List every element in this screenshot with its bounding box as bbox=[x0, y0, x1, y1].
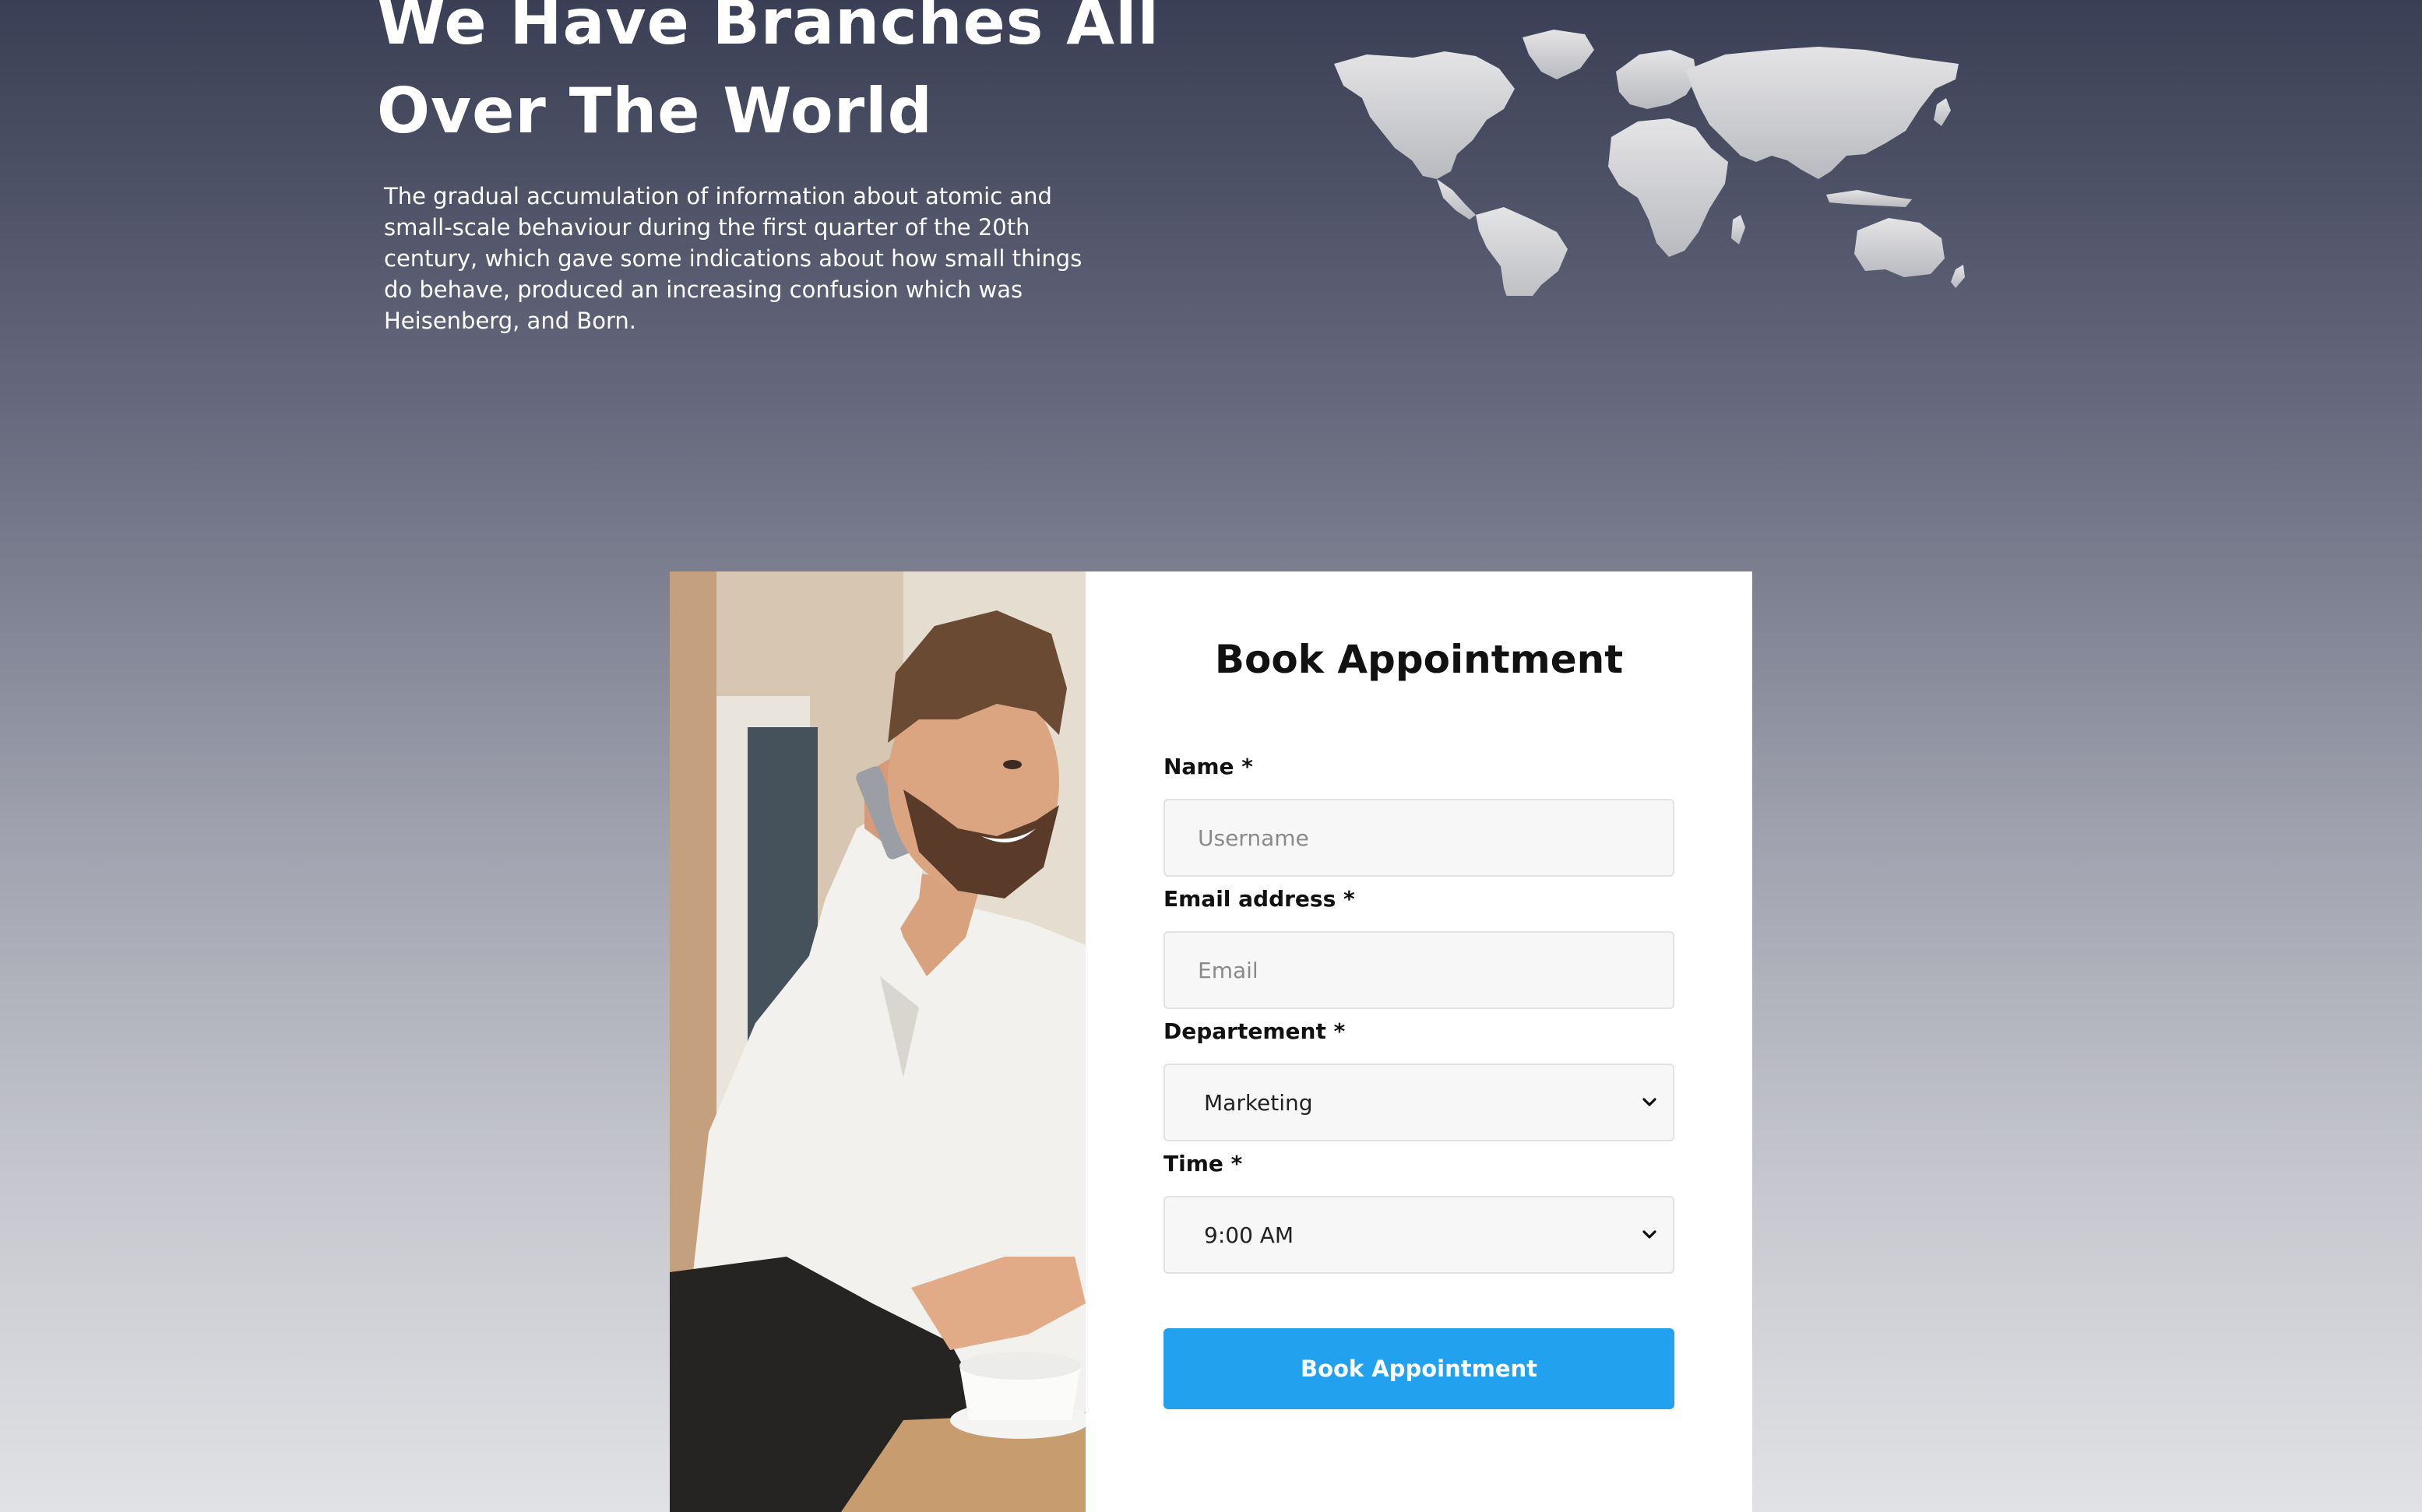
man-on-phone-photo bbox=[670, 571, 1086, 1512]
email-label: Email address * bbox=[1163, 886, 1355, 912]
hero-description: The gradual accumulation of information … bbox=[384, 183, 1083, 334]
booking-form: Name * Email address * Departement * Mar… bbox=[1163, 752, 1674, 1409]
chevron-down-icon bbox=[1642, 1230, 1656, 1239]
name-input[interactable] bbox=[1163, 799, 1674, 877]
hero-title-line-1: We Have Branches All bbox=[377, 0, 1160, 58]
appointment-card: Book Appointment Name * Email address * … bbox=[670, 571, 1752, 1512]
time-selected-value: 9:00 AM bbox=[1204, 1222, 1294, 1248]
time-label: Time * bbox=[1163, 1151, 1243, 1176]
world-map-icon bbox=[1334, 30, 1965, 296]
man-on-phone-illustration bbox=[670, 571, 1086, 1512]
book-appointment-button[interactable]: Book Appointment bbox=[1163, 1328, 1674, 1409]
chevron-down-icon bbox=[1642, 1098, 1656, 1106]
time-select[interactable]: 9:00 AM bbox=[1163, 1196, 1674, 1274]
department-select[interactable]: Marketing bbox=[1163, 1064, 1674, 1141]
booking-form-title: Book Appointment bbox=[1214, 637, 1624, 682]
booking-form-panel: Book Appointment Name * Email address * … bbox=[1086, 571, 1752, 1512]
name-label: Name * bbox=[1163, 754, 1253, 779]
email-input[interactable] bbox=[1163, 931, 1674, 1009]
department-selected-value: Marketing bbox=[1204, 1089, 1313, 1116]
department-label: Departement * bbox=[1163, 1018, 1346, 1044]
hero-title: We Have Branches All Over The World bbox=[377, 0, 1160, 156]
hero-title-line-2: Over The World bbox=[377, 75, 933, 147]
